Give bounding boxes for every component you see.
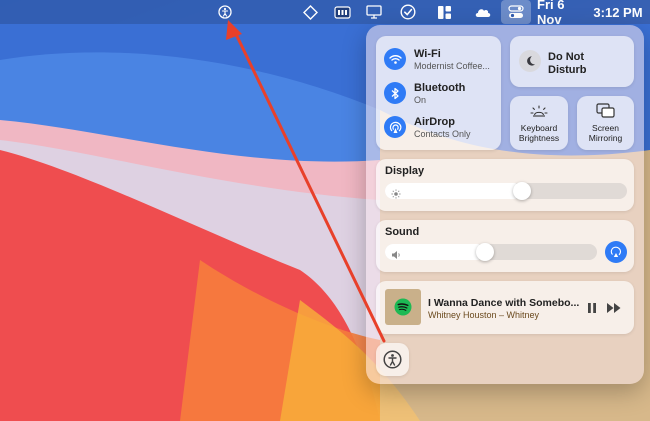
speaker-icon [391,247,402,265]
dnd-label-line1: Do Not [548,51,585,63]
screen-mirroring-line2: Mirroring [588,132,623,143]
keyboard-brightness-line2: Brightness [518,132,560,143]
next-track-button[interactable] [606,301,622,319]
wifi-label: Wi-Fi [414,48,441,60]
pause-icon [588,303,596,313]
bluetooth-status: On [414,94,427,105]
airplay-audio-icon[interactable] [605,241,627,263]
accessibility-shortcuts-button[interactable] [376,343,409,376]
menubar-date[interactable]: Fri 6 Nov [537,0,587,27]
checkmark-circle-icon[interactable] [398,0,418,24]
track-artist: Whitney Houston – Whitney [428,309,540,320]
wifi-icon [384,48,406,71]
volume-slider-knob[interactable] [476,243,494,261]
keyboard-brightness-button[interactable]: Keyboard Brightness [510,96,568,150]
screen-mirroring-button[interactable]: Screen Mirroring [577,96,634,150]
control-center-icon[interactable] [501,0,531,24]
menubar-time[interactable]: 3:12 PM [590,0,646,24]
do-not-disturb-toggle[interactable]: Do Not Disturb [510,36,634,87]
display-brightness-slider[interactable] [385,182,627,200]
now-playing-module: I Wanna Dance with Somebo... Whitney Hou… [376,281,634,334]
display-module: Display [376,159,634,211]
screen-mirroring-icon [596,103,615,123]
airdrop-status: Contacts Only [414,128,471,139]
display-slider-fill [385,183,522,199]
battery-meter-icon[interactable] [332,0,352,24]
airdrop-label: AirDrop [414,116,455,128]
fast-forward-icon [607,303,621,313]
cloud-icon[interactable] [472,0,494,24]
accessibility-icon [383,350,402,374]
pause-button[interactable] [586,301,598,319]
network-tile: Wi-Fi Modernist Coffee... Bluetooth On A… [376,36,501,150]
display-slider-knob[interactable] [513,182,531,200]
volume-slider[interactable] [385,243,597,261]
control-center-panel: Wi-Fi Modernist Coffee... Bluetooth On A… [366,25,644,384]
accessibility-shortcut-icon[interactable] [216,0,234,24]
grid-icon[interactable] [434,0,454,24]
display-title: Display [385,165,425,177]
track-title: I Wanna Dance with Somebo... [428,297,580,309]
sound-title: Sound [385,226,420,238]
spotify-icon [394,298,412,316]
airdrop-icon [384,116,406,139]
sound-module: Sound [376,220,634,272]
album-artwork[interactable] [385,289,421,325]
airdrop-toggle[interactable]: AirDrop Contacts Only [384,116,471,139]
dnd-label-line2: Disturb [548,63,587,76]
display-icon[interactable] [364,0,384,24]
bluetooth-toggle[interactable]: Bluetooth On [384,82,465,105]
rotate-diamond-icon[interactable] [300,0,320,24]
moon-icon [519,50,541,72]
wifi-toggle[interactable]: Wi-Fi Modernist Coffee... [384,48,490,71]
wifi-network-name: Modernist Coffee... [414,60,490,71]
bluetooth-label: Bluetooth [414,82,466,94]
bluetooth-icon [384,82,406,105]
sun-icon [391,186,401,204]
menu-bar: Fri 6 Nov 3:12 PM [0,0,650,27]
keyboard-brightness-icon [530,104,548,122]
